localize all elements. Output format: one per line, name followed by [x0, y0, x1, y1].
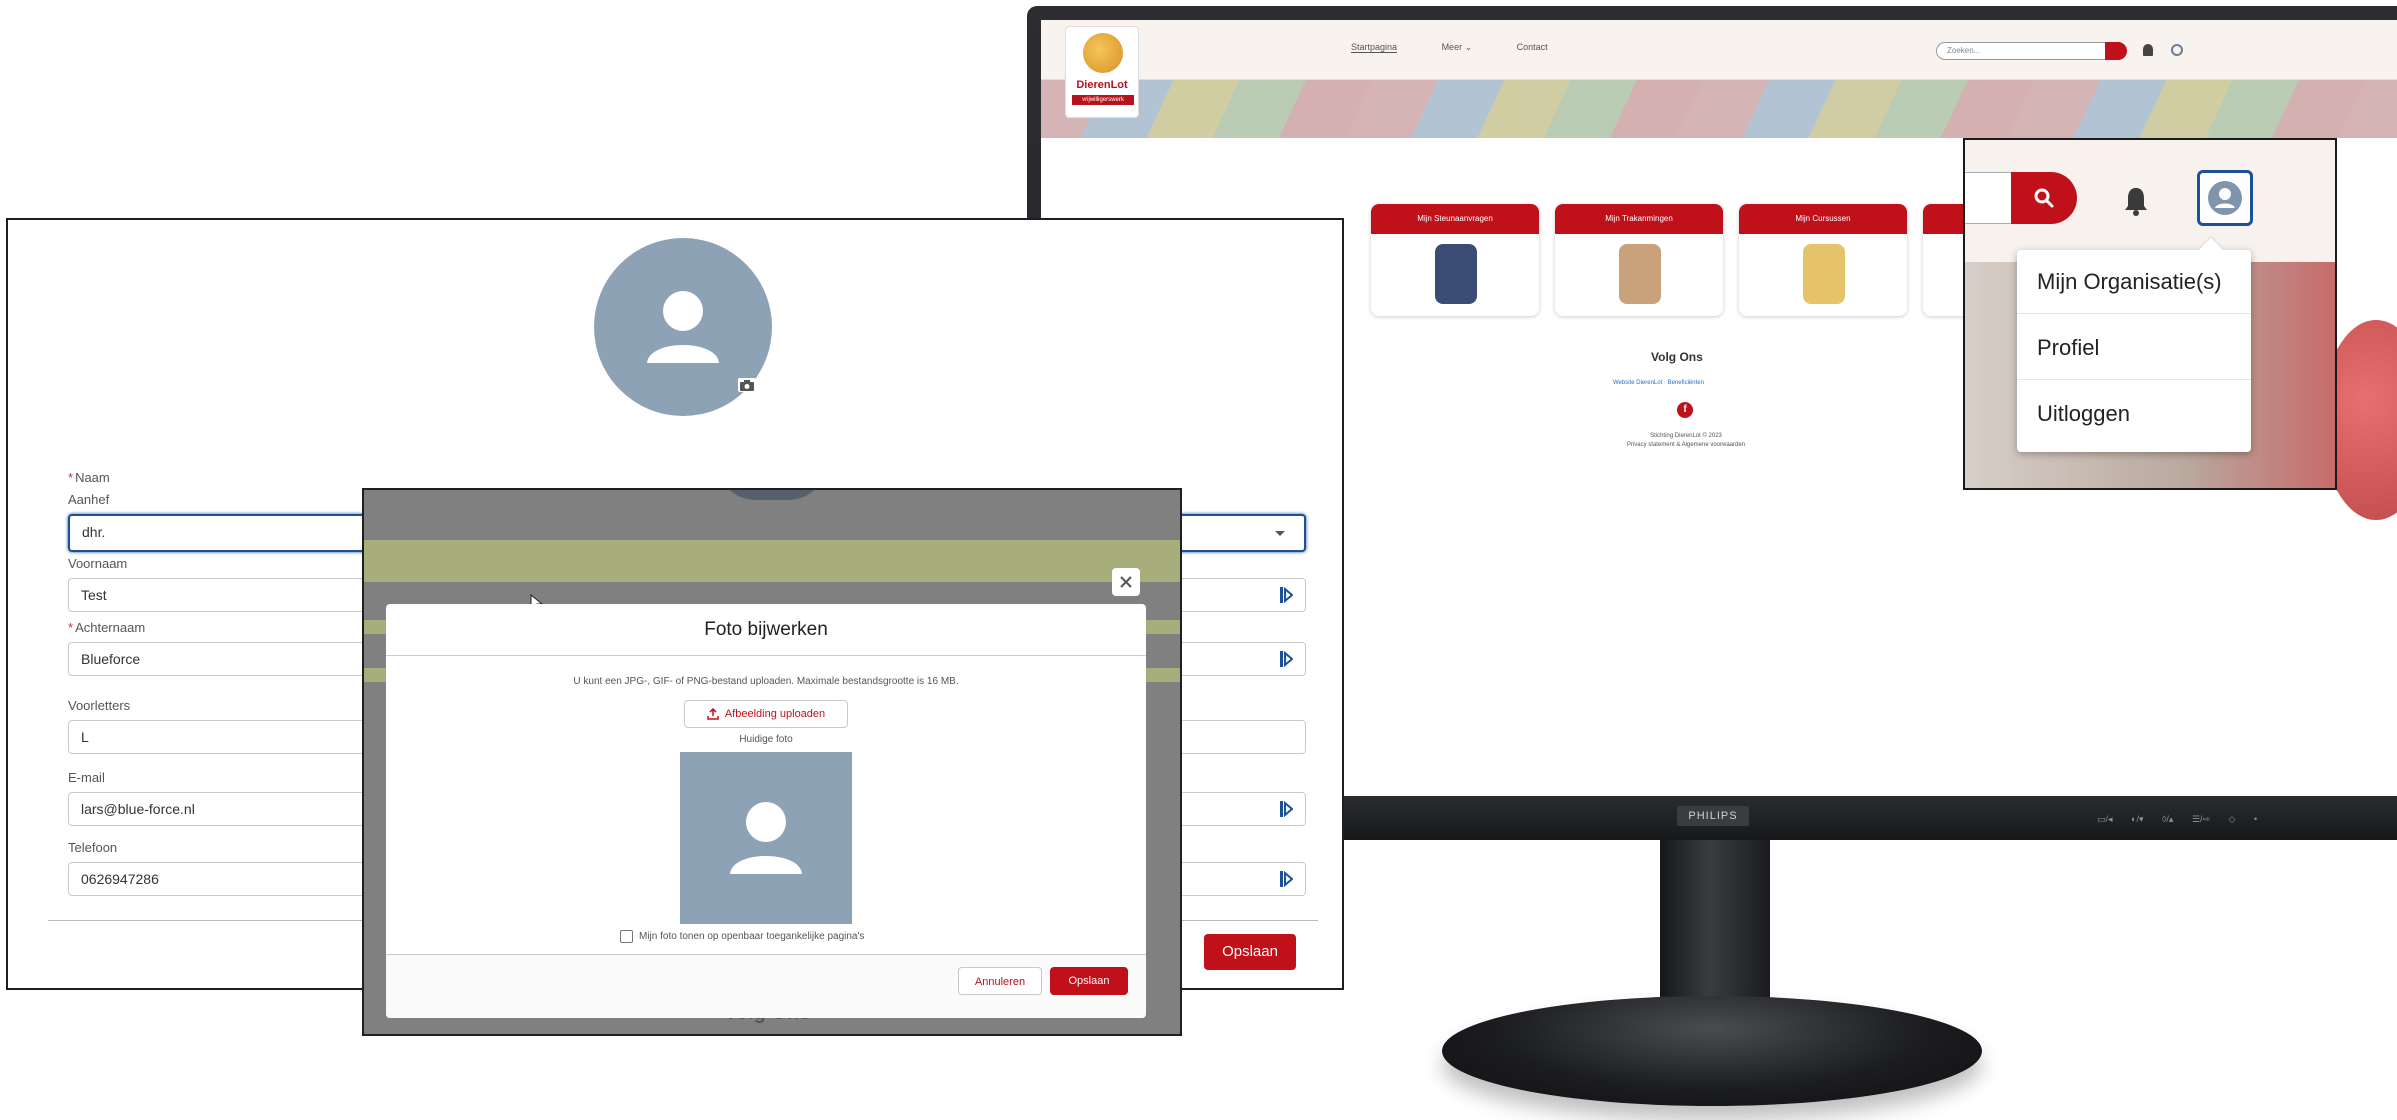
chevron-down-icon[interactable] — [1272, 524, 1288, 544]
card-illustration — [1435, 244, 1477, 304]
close-button[interactable] — [1112, 568, 1140, 596]
user-avatar-icon[interactable] — [2171, 44, 2183, 56]
monitor-brand-logo: PHILIPS — [1677, 806, 1749, 826]
nav-contact[interactable]: Contact — [1517, 42, 1548, 52]
facebook-icon[interactable]: f — [1677, 402, 1693, 418]
photo-modal-window: Volg Ons Foto bijwerken U kunt een JPG-,… — [362, 488, 1182, 1036]
edit-icon[interactable] — [1278, 585, 1294, 605]
save-button[interactable]: Opslaan — [1204, 934, 1296, 970]
footer-copyright: Stichting DierenLot © 2023 — [1650, 433, 1722, 439]
card-illustration — [1619, 244, 1661, 304]
save-photo-button[interactable]: Opslaan — [1050, 967, 1128, 995]
public-photo-option[interactable]: Mijn foto tonen op openbaar toegankelijk… — [620, 930, 864, 943]
monitor-stand-base — [1442, 996, 1982, 1106]
telefoon-label: Telefoon — [68, 840, 118, 855]
nav-meer[interactable]: Meer ⌄ — [1442, 42, 1473, 52]
upload-icon — [707, 708, 719, 720]
card-cursussen[interactable]: Mijn Cursussen — [1739, 204, 1907, 316]
user-dropdown-menu: Mijn Organisatie(s) Profiel Uitloggen — [2017, 237, 2251, 452]
edit-icon[interactable] — [1278, 649, 1294, 669]
bell-icon[interactable] — [2123, 186, 2149, 216]
user-silhouette-icon — [730, 802, 802, 874]
dialog-description: U kunt een JPG-, GIF- of PNG-bestand upl… — [573, 676, 959, 687]
site-volg-links[interactable]: Website DierenLot · Beneficiënten — [1613, 380, 1704, 386]
edit-icon[interactable] — [1278, 799, 1294, 819]
nav-startpagina[interactable]: Startpagina — [1351, 42, 1398, 53]
background-field-highlight — [364, 540, 1180, 582]
logo-mascot — [1083, 33, 1123, 73]
background-avatar — [716, 490, 828, 500]
menu-item-profiel[interactable]: Profiel — [2017, 316, 2251, 380]
dialog-footer: Annuleren Opslaan — [386, 954, 1146, 1018]
zoom-search-button[interactable] — [2011, 172, 2077, 224]
card-illustration — [1803, 244, 1845, 304]
email-label: E-mail — [68, 770, 105, 785]
site-footer: Stichting DierenLot © 2023 Privacy state… — [1611, 432, 1761, 450]
achternaam-label: * Achternaam — [68, 620, 146, 635]
close-icon — [1120, 576, 1132, 588]
site-volg-ons: Volg Ons — [1651, 350, 1703, 364]
monitor-control-buttons: ▭/◂ ◐/▾ ◊/▴ ☰/⇨ ◇ • — [2097, 814, 2258, 824]
search-icon — [2034, 188, 2054, 208]
upload-image-button[interactable]: Afbeelding uploaden — [684, 700, 848, 728]
naam-section-label: * Naam — [68, 470, 110, 485]
menu-item-uitloggen[interactable]: Uitloggen — [2017, 382, 2251, 446]
card-title: Mijn Trakanmingen — [1555, 204, 1723, 234]
menu-item-organisaties[interactable]: Mijn Organisatie(s) — [2017, 250, 2251, 314]
footer-links[interactable]: Privacy statement & Algemene voorwaarden — [1611, 441, 1761, 450]
logo-tag: vrijwilligerswerk — [1072, 95, 1134, 105]
photo-update-dialog: Foto bijwerken U kunt een JPG-, GIF- of … — [386, 604, 1146, 1018]
user-avatar-icon — [2208, 181, 2242, 215]
public-photo-label: Mijn foto tonen op openbaar toegankelijk… — [639, 931, 865, 942]
site-nav: Startpagina Meer ⌄ Contact — [1351, 42, 1590, 53]
voorletters-label: Voorletters — [68, 698, 131, 713]
bell-icon[interactable] — [2143, 44, 2153, 56]
user-silhouette-icon — [647, 291, 719, 363]
upload-label: Afbeelding uploaden — [724, 708, 826, 720]
current-photo-preview — [680, 752, 852, 924]
logo-name: DierenLot — [1076, 79, 1128, 91]
aanhef-value: dhr. — [82, 524, 106, 540]
site-logo[interactable]: DierenLot vrijwilligerswerk — [1065, 26, 1139, 118]
current-photo-label: Huidige foto — [739, 734, 793, 745]
voornaam-label: Voornaam — [68, 556, 128, 571]
public-photo-checkbox[interactable] — [620, 930, 633, 943]
cancel-button[interactable]: Annuleren — [958, 967, 1042, 995]
camera-icon[interactable] — [738, 378, 756, 392]
edit-icon[interactable] — [1278, 869, 1294, 889]
site-search-button[interactable] — [2105, 42, 2127, 60]
card-title: Mijn Cursussen — [1739, 204, 1907, 234]
card-title: Mijn Steunaanvragen — [1371, 204, 1539, 234]
card-steunaanvragen[interactable]: Mijn Steunaanvragen — [1371, 204, 1539, 316]
user-menu-button[interactable] — [2197, 170, 2253, 226]
card-trakanmingen[interactable]: Mijn Trakanmingen — [1555, 204, 1723, 316]
zoom-inset-user-menu: Mijn Organisatie(s) Profiel Uitloggen — [1963, 138, 2337, 490]
site-search-input[interactable]: Zoeken... — [1936, 42, 2114, 60]
aanhef-label: Aanhef — [68, 492, 110, 507]
zoom-search-input[interactable] — [1965, 172, 2013, 224]
dialog-title: Foto bijwerken — [386, 604, 1146, 656]
site-banner — [1041, 80, 2397, 138]
site-header: Startpagina Meer ⌄ Contact Zoeken... — [1041, 20, 2397, 80]
